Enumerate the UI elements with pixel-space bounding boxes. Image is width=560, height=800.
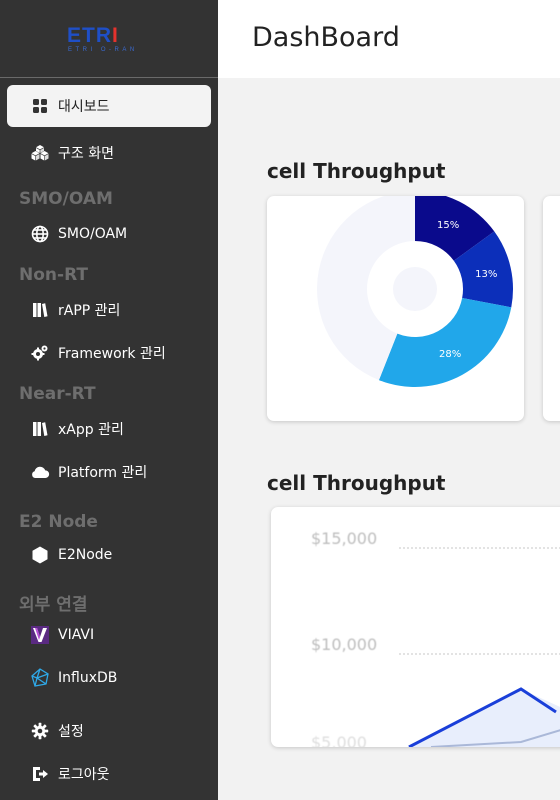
sidebar-item-label: VIAVI bbox=[58, 627, 95, 643]
donut-chart-card: 15% 13% 28% bbox=[267, 196, 524, 421]
donut-chart: 15% 13% 28% bbox=[317, 196, 513, 387]
donut-slice-label: 15% bbox=[437, 220, 459, 231]
sidebar-item-label: Framework 관리 bbox=[58, 346, 166, 362]
sidebar-item-framework[interactable]: Framework 관리 bbox=[7, 332, 211, 374]
sidebar-item-rapp[interactable]: rAPP 관리 bbox=[7, 289, 211, 331]
second-chart-card bbox=[543, 196, 560, 421]
line-card-title: cell Throughput bbox=[267, 471, 446, 495]
donut-card-title: cell Throughput bbox=[267, 159, 446, 183]
cubes-icon bbox=[30, 143, 50, 163]
sidebar-item-e2node[interactable]: E2Node bbox=[7, 534, 211, 576]
section-title-non-rt: Non-RT bbox=[19, 265, 88, 285]
sidebar-item-label: 대시보드 bbox=[58, 99, 110, 115]
sidebar-item-logout[interactable]: 로그아웃 bbox=[7, 753, 211, 795]
donut-slice-label: 28% bbox=[439, 349, 461, 360]
sidebar-item-label: 구조 화면 bbox=[58, 146, 114, 162]
sidebar-item-label: xApp 관리 bbox=[58, 422, 124, 438]
framework-gear-icon bbox=[30, 343, 50, 363]
sidebar-item-xapp[interactable]: xApp 관리 bbox=[7, 408, 211, 450]
influxdb-logo-icon bbox=[30, 668, 50, 688]
dashboard-grid-icon bbox=[30, 96, 50, 116]
sidebar-item-structure[interactable]: 구조 화면 bbox=[7, 132, 211, 174]
sidebar: ETRI ETRI O-RAN 대시보드 구조 화면 SMO/OAM SMO/O… bbox=[0, 0, 218, 800]
sidebar-item-label: InfluxDB bbox=[58, 670, 118, 686]
sidebar-item-dashboard[interactable]: 대시보드 bbox=[7, 85, 211, 127]
section-title-external: 외부 연결 bbox=[19, 595, 88, 615]
app-books-icon bbox=[30, 419, 50, 439]
sidebar-item-label: Platform 관리 bbox=[58, 465, 148, 481]
sidebar-item-smo-oam[interactable]: SMO/OAM bbox=[7, 213, 211, 255]
sidebar-item-viavi[interactable]: VIAVI bbox=[7, 614, 211, 656]
viavi-logo-icon bbox=[30, 625, 50, 645]
sidebar-item-label: 로그아웃 bbox=[58, 767, 110, 783]
donut-slice[interactable] bbox=[378, 297, 512, 387]
sidebar-item-label: SMO/OAM bbox=[58, 226, 128, 242]
donut-center bbox=[393, 267, 437, 311]
globe-icon bbox=[30, 224, 50, 244]
series-area bbox=[409, 689, 560, 747]
section-title-smo-oam: SMO/OAM bbox=[19, 189, 113, 209]
sidebar-item-label: 설정 bbox=[58, 724, 84, 740]
sidebar-item-influxdb[interactable]: InfluxDB bbox=[7, 657, 211, 699]
section-title-e2-node: E2 Node bbox=[19, 512, 98, 532]
app-books-icon bbox=[30, 300, 50, 320]
sidebar-item-label: E2Node bbox=[58, 547, 113, 563]
line-chart-plot bbox=[408, 687, 560, 747]
line-chart-card: $15,000 $10,000 $5,000 bbox=[271, 507, 560, 747]
hexagon-icon bbox=[30, 545, 50, 565]
donut-slice-label: 13% bbox=[475, 269, 497, 280]
logout-icon bbox=[30, 764, 50, 784]
logo-main-text: ETRI bbox=[67, 24, 119, 47]
gear-icon bbox=[30, 721, 50, 741]
sidebar-item-settings[interactable]: 설정 bbox=[7, 710, 211, 752]
logo-area: ETRI ETRI O-RAN bbox=[0, 0, 218, 78]
etri-logo[interactable]: ETRI ETRI O-RAN bbox=[67, 25, 167, 55]
section-title-near-rt: Near-RT bbox=[19, 384, 96, 404]
page-title: DashBoard bbox=[252, 22, 400, 53]
logo-sub-text: ETRI O-RAN bbox=[68, 47, 138, 53]
cloud-icon bbox=[30, 462, 50, 482]
sidebar-item-label: rAPP 관리 bbox=[58, 303, 121, 319]
top-header: DashBoard bbox=[218, 0, 560, 78]
sidebar-item-platform[interactable]: Platform 관리 bbox=[7, 451, 211, 493]
